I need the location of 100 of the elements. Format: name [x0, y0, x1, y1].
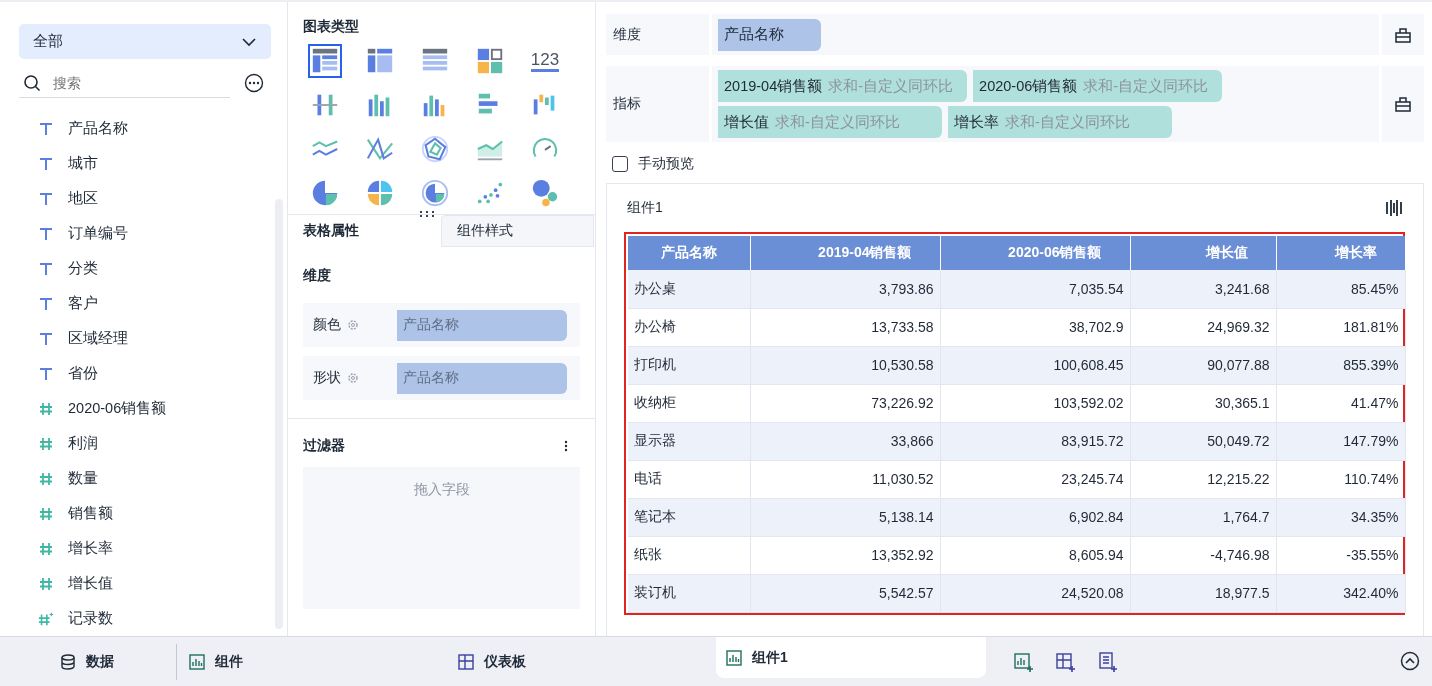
field-item[interactable]: 数量 — [68, 469, 98, 488]
table-cell: 7,035.54 — [940, 270, 1130, 308]
table-cell: 41.47% — [1276, 384, 1405, 422]
hash-icon — [38, 576, 54, 591]
hash-icon — [38, 436, 54, 451]
chart-icon — [189, 653, 205, 670]
bottom-tab[interactable]: 数据 — [48, 643, 174, 680]
table-cell: 办公椅 — [628, 308, 750, 346]
bottom-tab[interactable]: 组件 — [176, 643, 446, 680]
bottom-tab[interactable]: 组件1 — [716, 637, 986, 678]
table-cell: 13,733.58 — [750, 308, 940, 346]
text-type-icon — [38, 121, 54, 136]
field-item[interactable]: 分类 — [68, 259, 98, 278]
hash-icon — [38, 401, 54, 416]
table-cell: -4,746.98 — [1130, 536, 1276, 574]
chart-type-option[interactable]: 123 — [528, 44, 562, 78]
field-item[interactable]: 增长率 — [68, 539, 113, 558]
table-cell: 85.45% — [1276, 270, 1405, 308]
hash-icon — [38, 471, 54, 486]
table-cell: 10,530.58 — [750, 346, 940, 384]
table-cell: 103,592.02 — [940, 384, 1130, 422]
chart-icon — [726, 649, 742, 666]
add-chart-icon[interactable] — [1014, 651, 1034, 672]
text-type-icon — [38, 331, 54, 346]
table-cell: 3,241.68 — [1130, 270, 1276, 308]
field-item[interactable]: 产品名称 — [68, 119, 128, 138]
table-cell: 笔记本 — [628, 498, 750, 536]
hash-icon — [38, 541, 54, 556]
table-cell: 办公桌 — [628, 270, 750, 308]
add-dashboard-icon[interactable] — [1056, 651, 1076, 672]
chart-type-icon — [530, 178, 560, 208]
table-cell: 24,520.08 — [940, 574, 1130, 612]
field-item[interactable]: 增长值 — [68, 574, 113, 593]
chart-type-icon — [420, 178, 450, 208]
field-item[interactable]: 省份 — [68, 364, 98, 383]
database-icon — [60, 653, 76, 670]
field-item[interactable]: 城市 — [68, 154, 98, 173]
collapse-icon[interactable] — [1400, 651, 1420, 671]
shelf-label: 指标 — [606, 66, 712, 142]
field-item[interactable]: 2020-06销售额 — [68, 399, 167, 418]
filter-title: 过滤器 — [303, 437, 345, 455]
resize-handle[interactable] — [418, 210, 434, 218]
table-cell: 24,969.32 — [1130, 308, 1276, 346]
gear-icon[interactable] — [347, 372, 359, 384]
table-cell: 纸张 — [628, 536, 750, 574]
table-cell: 11,030.52 — [750, 460, 940, 498]
table-cell: 装订机 — [628, 574, 750, 612]
table-cell: 90,077.88 — [1130, 346, 1276, 384]
table-cell: 83,915.72 — [940, 422, 1130, 460]
table-cell: 显示器 — [628, 422, 750, 460]
text-type-icon — [38, 366, 54, 381]
property-tab[interactable]: 组件样式 — [441, 215, 594, 247]
table-cell: 181.81% — [1276, 308, 1405, 346]
more-icon[interactable] — [244, 73, 264, 93]
table-cell: 30,365.1 — [1130, 384, 1276, 422]
text-type-icon — [38, 261, 54, 276]
text-type-icon — [38, 296, 54, 311]
table-cell: 100,608.45 — [940, 346, 1130, 384]
field-item[interactable]: 客户 — [68, 294, 98, 313]
chart-type-icon — [310, 178, 340, 208]
chart-type-icon — [365, 178, 395, 208]
gear-icon[interactable] — [347, 319, 359, 331]
table-cell: 50,049.72 — [1130, 422, 1276, 460]
field-item[interactable]: 区域经理 — [68, 329, 128, 348]
text-type-icon — [38, 191, 54, 206]
table-cell: 打印机 — [628, 346, 750, 384]
chart-type-option[interactable] — [308, 44, 342, 78]
table-cell: 38,702.9 — [940, 308, 1130, 346]
field-item[interactable]: 利润 — [68, 434, 98, 453]
dimension-chip[interactable]: 产品名称 — [718, 18, 821, 51]
table-cell: 110.74% — [1276, 460, 1405, 498]
measure-chip[interactable]: 2019-04销售额 求和-自定义同环比 — [718, 70, 968, 102]
measure-chip[interactable]: 2020-06销售额 求和-自定义同环比 — [973, 70, 1223, 102]
add-report-icon[interactable] — [1098, 651, 1118, 672]
barcode-icon[interactable] — [1385, 200, 1403, 216]
table-cell: 342.40% — [1276, 574, 1405, 612]
shelf-label: 维度 — [606, 14, 712, 55]
checkbox[interactable] — [612, 156, 628, 172]
checkbox-label: 手动预览 — [638, 155, 694, 173]
table-cell: 73,226.92 — [750, 384, 940, 422]
more-vertical-icon[interactable] — [564, 440, 568, 452]
bottom-tab[interactable]: 仪表板 — [446, 643, 716, 680]
measure-chip[interactable]: 增长值 求和-自定义同环比 — [718, 106, 942, 138]
field-item[interactable]: 地区 — [68, 189, 98, 208]
field-item[interactable]: 订单编号 — [68, 224, 128, 243]
table-cell: 18,977.5 — [1130, 574, 1276, 612]
text-type-icon — [38, 226, 54, 241]
field-item[interactable]: 记录数 — [68, 609, 113, 628]
field-group-dropdown[interactable]: 全部 — [19, 24, 271, 59]
table-cell: 5,542.57 — [750, 574, 940, 612]
dashboard-icon — [458, 653, 474, 670]
table-cell: 1,764.7 — [1130, 498, 1276, 536]
measure-chip[interactable]: 增长率 求和-自定义同环比 — [948, 106, 1172, 138]
table-cell: 13,352.92 — [750, 536, 940, 574]
table-cell: -35.55% — [1276, 536, 1405, 574]
chevron-down-icon — [241, 36, 257, 47]
table-cell: 12,215.22 — [1130, 460, 1276, 498]
field-item[interactable]: 销售额 — [68, 504, 113, 523]
table-cell: 收纳柜 — [628, 384, 750, 422]
property-label: 形状 — [313, 369, 342, 387]
